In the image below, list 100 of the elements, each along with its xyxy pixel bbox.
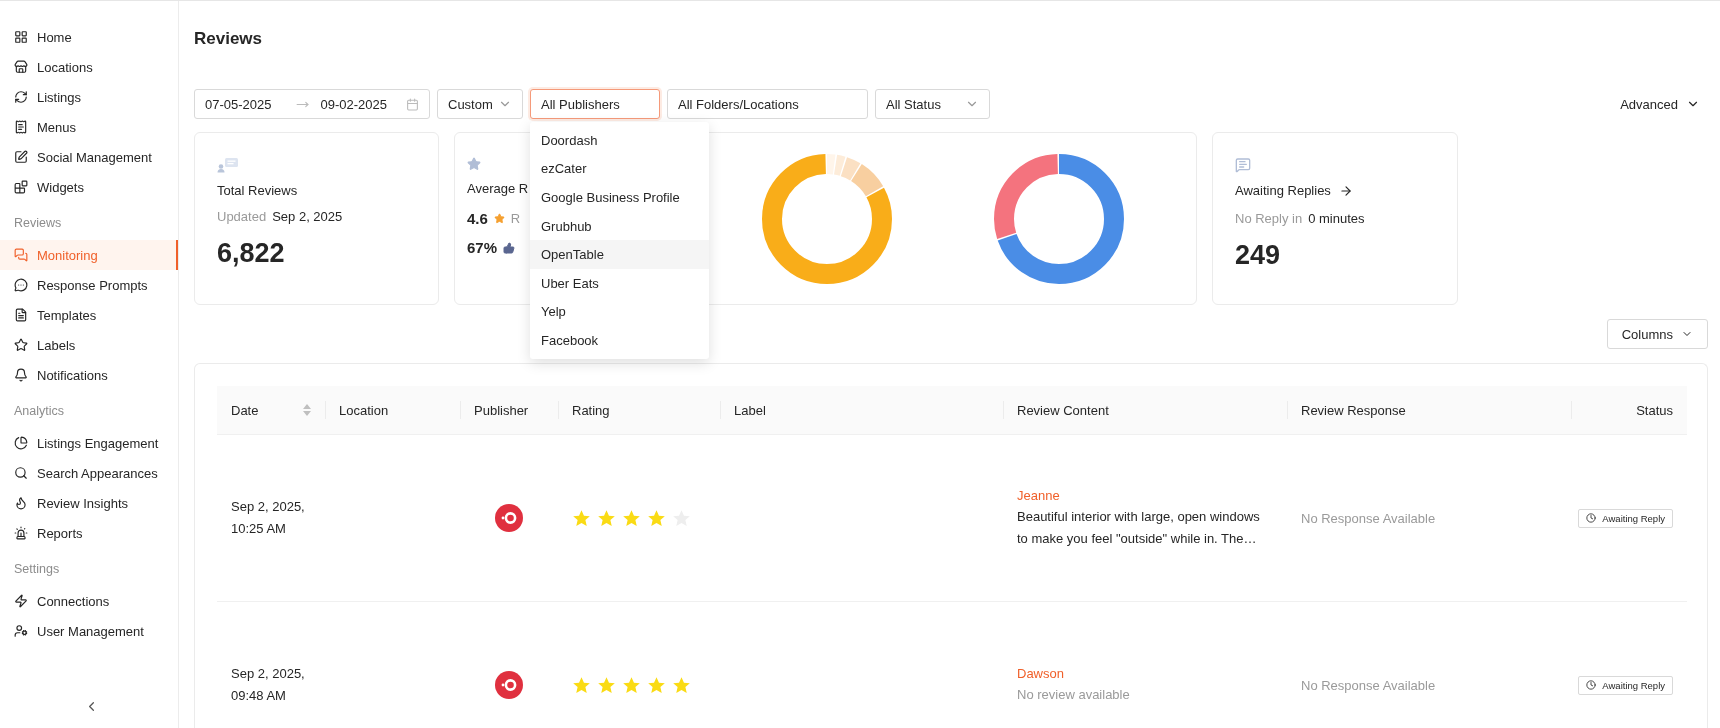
menu-item[interactable]: Grubhub (530, 211, 709, 241)
star-icon (622, 675, 641, 695)
sidebar-heading: Settings (13, 561, 61, 578)
arrow-right-icon (1338, 183, 1353, 198)
sidebar-item[interactable]: Search Appearances (0, 458, 178, 488)
bell-icon (14, 368, 28, 382)
blocks-icon (14, 180, 28, 194)
awaiting-replies-link[interactable]: Awaiting Replies (1235, 183, 1353, 198)
start-date: 07-05-2025 (205, 96, 272, 112)
stat-value: 6,822 (217, 238, 286, 269)
menu-item[interactable]: Doordash (530, 126, 709, 155)
menu-item[interactable]: Google Business Profile (530, 183, 709, 212)
sidebar-item[interactable]: Listings Engagement (0, 428, 178, 458)
sidebar-heading: Analytics (13, 403, 66, 420)
grid-icon (14, 30, 28, 44)
end-date: 09-02-2025 (320, 96, 387, 112)
card-title: Total Reviews (217, 183, 299, 198)
updated-date: Sep 2, 2025 (272, 209, 343, 224)
column-header: Label (734, 402, 766, 418)
sidebar-item[interactable]: Social Management (0, 142, 178, 172)
reply-label: No Reply in (1235, 211, 1303, 226)
pie-chart-icon (14, 436, 28, 450)
star-icon (597, 508, 616, 528)
user-gear-icon (14, 624, 28, 638)
thumbs-up-icon (503, 241, 516, 254)
column-header: Location (339, 402, 389, 418)
status-select[interactable]: All Status (875, 89, 990, 119)
refresh-icon (14, 90, 28, 104)
column-header: Status (1636, 402, 1673, 418)
column-header: Publisher (474, 402, 529, 418)
column-header: Review Response (1301, 402, 1406, 418)
star-icon (672, 675, 691, 695)
sidebar-item[interactable]: Home (0, 22, 178, 52)
sidebar-item[interactable]: Listings (0, 82, 178, 112)
star-icon (14, 338, 28, 352)
person-chat-icon (217, 157, 239, 173)
star-icon (647, 675, 666, 695)
range-select[interactable]: Custom (437, 89, 523, 119)
sidebar-item[interactable]: Templates (0, 300, 178, 330)
siren-icon (14, 526, 28, 540)
rating-value: 4.6 (467, 210, 488, 227)
rating-label: R (510, 211, 521, 226)
location-select[interactable]: All Folders/Locations (667, 89, 868, 119)
updated-label: Updated (217, 209, 267, 224)
page-title: Reviews (194, 29, 264, 50)
star-icon (647, 508, 666, 528)
chat-dots-icon (14, 278, 28, 292)
sidebar-item[interactable]: Reports (0, 518, 178, 548)
document-icon (14, 308, 28, 322)
reply-time: 0 minutes (1308, 211, 1365, 226)
star-icon (597, 675, 616, 695)
sidebar-item[interactable]: Notifications (0, 360, 178, 390)
card-title: Average R (467, 181, 530, 196)
publisher-select[interactable]: All Publishers (530, 89, 660, 119)
receipt-icon (14, 120, 28, 134)
sidebar-item[interactable]: User Management (0, 616, 178, 646)
review-text: No review available (1017, 686, 1130, 704)
sidebar-item[interactable]: Response Prompts (0, 270, 178, 300)
menu-item[interactable]: Facebook (530, 326, 709, 355)
star-icon (572, 508, 591, 528)
star-icon (493, 213, 505, 224)
date-range-picker[interactable]: 07-05-2025 09-02-2025 (194, 89, 430, 119)
menu-item[interactable]: OpenTable (530, 240, 709, 269)
flame-icon (14, 496, 28, 510)
edit-icon (14, 150, 28, 164)
date-cell-text: Sep 2, 2025, 09:48 AM (231, 665, 306, 705)
menu-item[interactable]: Yelp (530, 297, 709, 327)
advanced-button[interactable]: Advanced (1612, 89, 1708, 119)
response-text: No Response Available (1301, 677, 1436, 693)
date-cell-text: Sep 2, 2025, 10:25 AM (231, 498, 306, 538)
sidebar-heading: Reviews (13, 215, 63, 232)
sidebar-item[interactable]: Labels (0, 330, 178, 360)
menu-item[interactable]: Uber Eats (530, 268, 709, 298)
chat-icon (14, 248, 28, 262)
dot-circle-icon (495, 504, 523, 532)
column-header: Date (231, 402, 259, 418)
sidebar-item[interactable]: Widgets (0, 172, 178, 202)
sidebar-item[interactable]: Locations (0, 52, 178, 82)
column-header: Review Content (1017, 402, 1109, 418)
positive-value: 67% (467, 239, 498, 256)
status-badge: Awaiting Reply (1578, 508, 1673, 528)
dot-circle-icon (495, 671, 523, 699)
calendar-icon (406, 97, 419, 111)
sidebar-item[interactable]: Connections (0, 586, 178, 616)
clock-icon (1586, 513, 1597, 523)
star-icon (622, 508, 641, 528)
columns-button[interactable]: Columns (1606, 319, 1708, 349)
column-header: Rating (572, 402, 610, 418)
status-badge: Awaiting Reply (1578, 675, 1673, 695)
star-icon (572, 675, 591, 695)
messages-icon (1235, 157, 1251, 173)
store-icon (14, 60, 28, 74)
sidebar-item[interactable]: Menus (0, 112, 178, 142)
stat-value: 249 (1235, 240, 1282, 271)
star-icon (467, 157, 481, 171)
clock-icon (1586, 680, 1597, 690)
lightning-icon (14, 594, 28, 608)
sidebar-item[interactable]: Review Insights (0, 488, 178, 518)
response-text: No Response Available (1301, 510, 1436, 526)
menu-item[interactable]: ezCater (530, 154, 709, 184)
